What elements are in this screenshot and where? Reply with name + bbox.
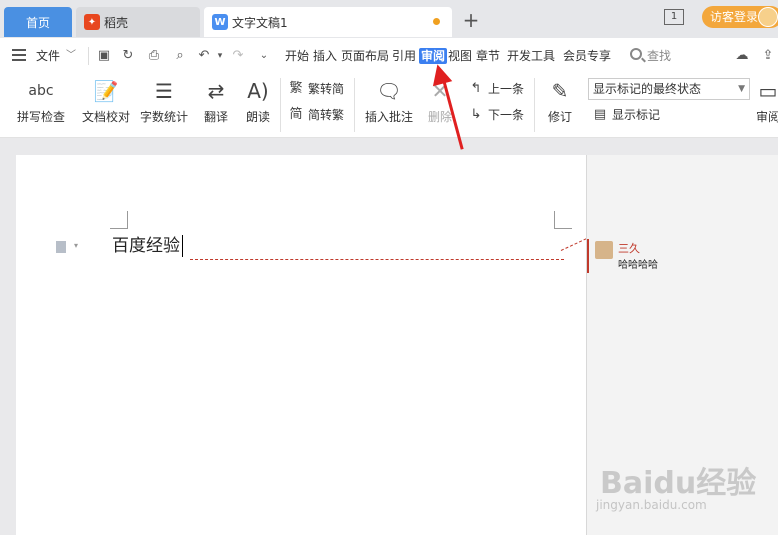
tab-references[interactable]: 引用 <box>392 48 416 64</box>
word-count-label: 字数统计 <box>139 110 188 124</box>
document-page[interactable]: ▾ 百度经验 <box>16 155 587 535</box>
comment-anchor-line <box>190 259 564 260</box>
page-indicator-icon[interactable]: 1 <box>664 9 684 25</box>
document-text[interactable]: 百度经验 <box>112 235 183 257</box>
insert-comment-icon: 🗨 <box>376 79 402 103</box>
daoke-icon: ✦ <box>84 14 100 30</box>
preview-icon[interactable]: ⌕ <box>172 48 188 64</box>
track-changes-icon: ✎ <box>551 79 569 103</box>
next-comment-button[interactable]: ↳ 下一条 <box>468 106 524 123</box>
menu-bar: 文件 ﹀ ▣ ↻ ⎙ ⌕ ↶ ▾ ↷ ⌄ 开始 插入 页面布局 引用 审阅 视图… <box>0 38 778 74</box>
read-aloud-label: 朗读 <box>245 110 270 124</box>
simp-to-trad-icon: 简 <box>289 106 303 122</box>
undo-icon[interactable]: ↶ <box>196 48 212 64</box>
review-ribbon: abc 拼写检查 📝 文档校对 ☰ 字数统计 ⇄ 翻译 A) 朗读 繁繁转简 简… <box>0 74 778 138</box>
paragraph-handle-icon[interactable] <box>56 241 66 253</box>
tab-developer[interactable]: 开发工具 <box>507 48 555 64</box>
proofread-icon: 📝 <box>93 79 119 103</box>
spell-check-label: 拼写检查 <box>16 110 65 124</box>
simp-to-trad-label: 简转繁 <box>308 108 345 122</box>
proofread-button[interactable]: 📝 文档校对 <box>80 78 132 125</box>
quick-access-more-icon[interactable]: ⌄ <box>256 48 272 64</box>
save-icon[interactable]: ▣ <box>96 48 112 64</box>
divider <box>88 47 89 65</box>
review-pane-button[interactable]: ▭ 审阅 <box>756 78 778 125</box>
read-aloud-button[interactable]: A) 朗读 <box>240 78 276 125</box>
show-markup-button[interactable]: ▤ 显示标记 <box>592 106 660 123</box>
cloud-sync-icon[interactable]: ☁ <box>734 48 750 64</box>
print-icon[interactable]: ⎙ <box>146 48 162 64</box>
divider <box>280 78 281 132</box>
spell-check-button[interactable]: abc 拼写检查 <box>10 78 72 125</box>
markup-state-select[interactable]: 显示标记的最终状态 ▼ <box>588 78 750 100</box>
divider <box>354 78 355 132</box>
comment-card[interactable]: 三久 哈哈哈哈 <box>587 239 778 273</box>
word-count-button[interactable]: ☰ 字数统计 <box>138 78 190 125</box>
translate-button[interactable]: ⇄ 翻译 <box>196 78 236 125</box>
comment-connector-line <box>560 238 587 251</box>
unsaved-dot-icon <box>433 18 440 25</box>
divider <box>534 78 535 132</box>
proofread-label: 文档校对 <box>81 110 130 124</box>
watermark-url: jingyan.baidu.com <box>596 498 707 512</box>
trad-to-simp-icon: 繁 <box>289 80 303 96</box>
track-changes-label: 修订 <box>547 110 572 124</box>
tab-start[interactable]: 开始 <box>285 48 309 64</box>
markup-state-value: 显示标记的最终状态 <box>593 82 702 96</box>
file-menu[interactable]: 文件 <box>36 48 60 64</box>
tab-home-label: 首页 <box>25 15 50 30</box>
insert-comment-label: 插入批注 <box>364 110 413 124</box>
tab-home[interactable]: 首页 <box>4 7 72 37</box>
tab-daoke[interactable]: ✦ 稻壳 <box>76 7 200 37</box>
comment-body[interactable]: 哈哈哈哈 <box>618 256 658 271</box>
tab-chapter[interactable]: 章节 <box>476 48 500 64</box>
track-changes-button[interactable]: ✎ 修订 <box>540 78 580 125</box>
avatar[interactable] <box>758 7 778 27</box>
tab-member[interactable]: 会员专享 <box>563 48 611 64</box>
comment-author: 三久 <box>618 242 640 255</box>
comment-avatar <box>595 241 613 259</box>
margin-corner-top-right <box>554 211 572 229</box>
tab-view[interactable]: 视图 <box>448 48 472 64</box>
chevron-down-icon[interactable]: ﹀ <box>66 48 76 64</box>
tab-page-layout[interactable]: 页面布局 <box>341 48 389 64</box>
next-comment-label: 下一条 <box>488 108 525 122</box>
tab-review[interactable]: 审阅 <box>419 48 448 64</box>
previous-icon: ↰ <box>470 80 482 96</box>
show-markup-icon: ▤ <box>593 106 607 122</box>
simp-to-trad-button[interactable]: 简简转繁 <box>288 106 344 123</box>
read-aloud-icon: A) <box>247 79 269 103</box>
undo-dropdown-icon[interactable]: ▾ <box>212 48 228 64</box>
tab-daoke-label: 稻壳 <box>104 15 129 30</box>
redo-icon[interactable]: ↷ <box>230 48 246 64</box>
search-icon[interactable] <box>630 48 642 60</box>
previous-comment-button[interactable]: ↰ 上一条 <box>468 80 524 97</box>
translate-label: 翻译 <box>203 110 228 124</box>
show-markup-label: 显示标记 <box>612 108 661 122</box>
share-icon[interactable]: ⇪ <box>760 48 776 64</box>
trad-to-simp-label: 繁转简 <box>308 82 345 96</box>
search-label[interactable]: 查找 <box>647 48 671 64</box>
spell-check-icon: abc <box>28 83 54 99</box>
next-icon: ↳ <box>470 106 482 122</box>
previous-comment-label: 上一条 <box>488 82 525 96</box>
word-count-icon: ☰ <box>155 79 173 103</box>
chevron-down-icon: ▼ <box>738 84 745 94</box>
margin-corner-top-left <box>110 211 128 229</box>
menu-hamburger-icon[interactable] <box>12 49 26 61</box>
chevron-down-icon[interactable]: ▾ <box>74 241 78 250</box>
new-tab-button[interactable]: + <box>460 9 482 33</box>
tab-bar: 首页 ✦ 稻壳 W 文字文稿1 + 1 访客登录 <box>0 0 778 38</box>
word-doc-icon: W <box>212 14 228 30</box>
export-icon[interactable]: ↻ <box>120 48 136 64</box>
tab-document-label: 文字文稿1 <box>232 15 288 30</box>
insert-comment-button[interactable]: 🗨 插入批注 <box>362 78 416 125</box>
translate-icon: ⇄ <box>207 79 225 103</box>
review-pane-label: 审阅 <box>756 110 778 124</box>
tab-document[interactable]: W 文字文稿1 <box>204 7 452 37</box>
watermark: Baidu经验 <box>600 466 757 501</box>
tab-insert[interactable]: 插入 <box>313 48 337 64</box>
trad-to-simp-button[interactable]: 繁繁转简 <box>288 80 344 97</box>
review-pane-icon: ▭ <box>758 79 778 103</box>
